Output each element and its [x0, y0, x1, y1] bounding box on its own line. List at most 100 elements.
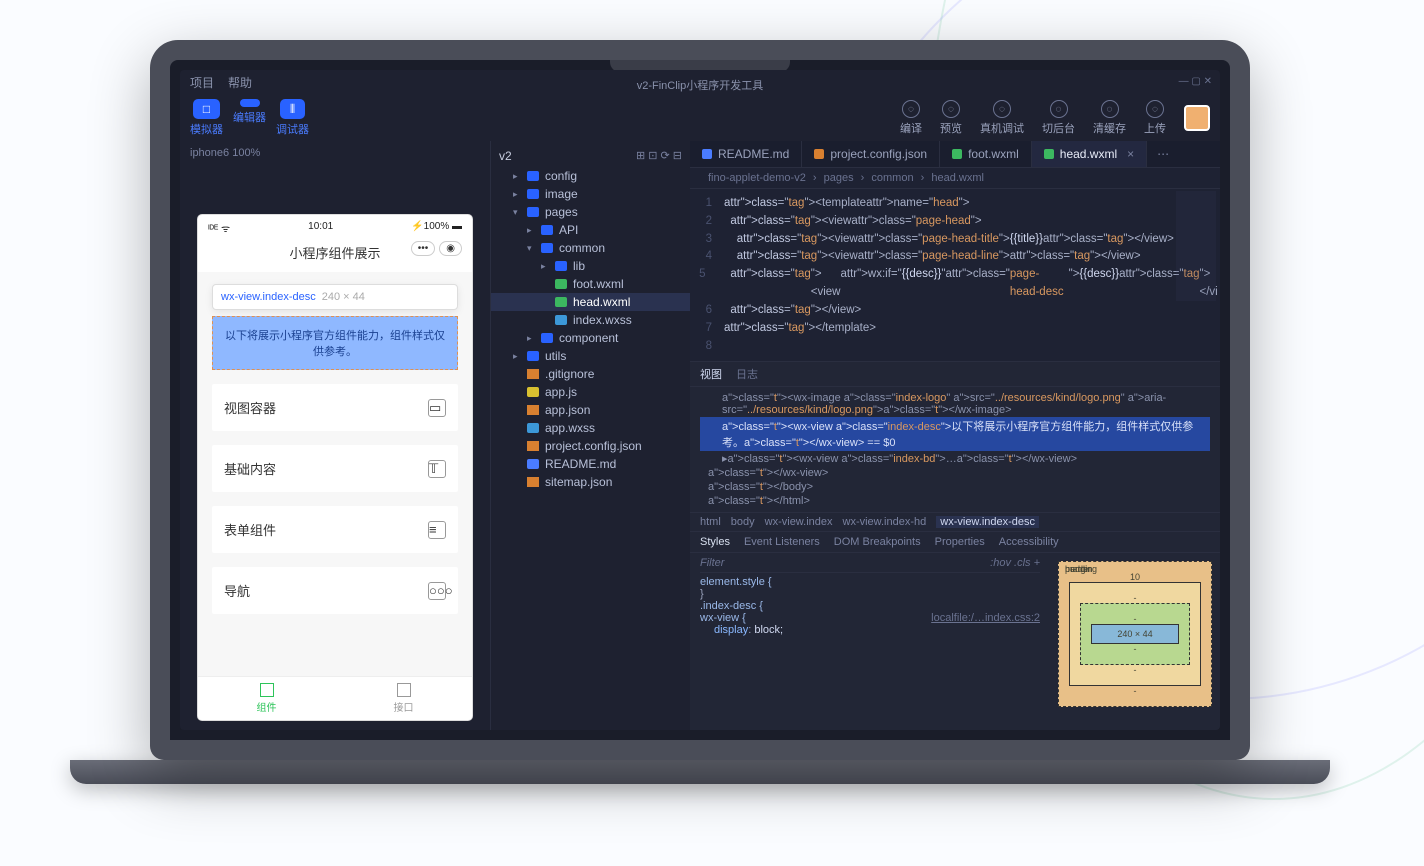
devtools-panel: 视图日志 a">class="t"><wx-image a">class="in…: [690, 361, 1220, 730]
list-item[interactable]: 视图容器▭: [212, 384, 458, 431]
tree-node[interactable]: ▾common: [491, 239, 690, 257]
tree-node[interactable]: ▸component: [491, 329, 690, 347]
toolbar: □模拟器编辑器⫴调试器 ◌编译◌预览◌真机调试◌切后台◌清缓存◌上传: [180, 93, 1220, 141]
laptop-frame: 项目 帮助 v2-FinClip小程序开发工具 — ▢ ✕ □模拟器编辑器⫴调试…: [150, 40, 1250, 784]
inspector-tooltip: wx-view.index-desc240 × 44: [212, 284, 458, 310]
dom-crumb[interactable]: wx-view.index: [765, 516, 833, 528]
tool-真机调试[interactable]: ◌真机调试: [980, 100, 1024, 136]
box-model: margin 10 border - padding - 240 × 44 - …: [1050, 553, 1220, 730]
styles-filter-actions[interactable]: :hov .cls +: [990, 557, 1040, 569]
phone-preview: ᴵᴰᴱ ᯤ 10:01 ⚡100% ▬ 小程序组件展示 ••• ◉ wx-vie…: [198, 215, 472, 720]
editor-tab[interactable]: foot.wxml: [940, 141, 1032, 167]
file-icon: [527, 405, 539, 415]
styles-tab[interactable]: Event Listeners: [744, 536, 820, 548]
tabs-more[interactable]: ⋯: [1147, 141, 1179, 167]
capsule-menu[interactable]: •••: [411, 241, 436, 256]
mode-pill-1[interactable]: [240, 99, 260, 107]
device-label: iphone6 100%: [180, 141, 490, 165]
selected-element[interactable]: 以下将展示小程序官方组件能力，组件样式仅供参考。: [212, 316, 458, 370]
dom-crumb[interactable]: wx-view.index-desc: [936, 516, 1039, 528]
file-icon: [527, 387, 539, 397]
breadcrumb[interactable]: fino-applet-demo-v2 › pages › common › h…: [690, 168, 1220, 189]
file-icon: [527, 207, 539, 217]
file-icon: [555, 261, 567, 271]
styles-panel[interactable]: Filter :hov .cls + element.style {}.inde…: [690, 553, 1050, 730]
avatar[interactable]: [1184, 105, 1210, 131]
list-item[interactable]: 基础内容𝕋: [212, 445, 458, 492]
dom-tree[interactable]: a">class="t"><wx-image a">class="index-l…: [690, 387, 1220, 512]
tree-node[interactable]: .gitignore: [491, 365, 690, 383]
card-icon: 𝕋: [428, 460, 446, 478]
tool-编译[interactable]: ◌编译: [900, 100, 922, 136]
editor-tab[interactable]: README.md: [690, 141, 802, 167]
card-icon: ○○○: [428, 582, 446, 600]
file-icon: [527, 351, 539, 361]
menu-help[interactable]: 帮助: [228, 74, 252, 91]
tree-node[interactable]: foot.wxml: [491, 275, 690, 293]
tree-node[interactable]: sitemap.json: [491, 473, 690, 491]
tool-上传[interactable]: ◌上传: [1144, 100, 1166, 136]
file-icon: [527, 459, 539, 469]
tree-root[interactable]: v2: [499, 149, 512, 163]
tree-node[interactable]: ▸utils: [491, 347, 690, 365]
editor-area: README.mdproject.config.jsonfoot.wxmlhea…: [690, 141, 1220, 730]
file-icon: [527, 189, 539, 199]
tool-预览[interactable]: ◌预览: [940, 100, 962, 136]
file-icon: [541, 333, 553, 343]
list-item[interactable]: 表单组件≡: [212, 506, 458, 553]
file-explorer: v2 ⊞ ⊡ ⟳ ⊟ ▸config▸image▾pages▸API▾commo…: [490, 141, 690, 730]
styles-tab[interactable]: Properties: [935, 536, 985, 548]
phone-tab[interactable]: 接口: [335, 677, 472, 720]
tree-node[interactable]: app.wxss: [491, 419, 690, 437]
tree-node[interactable]: app.js: [491, 383, 690, 401]
editor-tab[interactable]: head.wxml×: [1032, 141, 1147, 167]
tree-actions[interactable]: ⊞ ⊡ ⟳ ⊟: [636, 149, 682, 163]
styles-tab[interactable]: Accessibility: [999, 536, 1059, 548]
close-icon[interactable]: ×: [1127, 147, 1134, 161]
card-icon: ≡: [428, 521, 446, 539]
styles-tab[interactable]: DOM Breakpoints: [834, 536, 921, 548]
dom-crumb[interactable]: wx-view.index-hd: [843, 516, 927, 528]
file-icon: [555, 315, 567, 325]
styles-tab[interactable]: Styles: [700, 536, 730, 548]
devtools-tab[interactable]: 日志: [736, 366, 758, 382]
list-item[interactable]: 导航○○○: [212, 567, 458, 614]
styles-filter[interactable]: Filter: [700, 557, 724, 569]
dom-crumb[interactable]: body: [731, 516, 755, 528]
file-icon: [541, 225, 553, 235]
dom-crumb[interactable]: html: [700, 516, 721, 528]
tool-切后台[interactable]: ◌切后台: [1042, 100, 1075, 136]
file-icon: [527, 477, 539, 487]
tree-node[interactable]: project.config.json: [491, 437, 690, 455]
tree-node[interactable]: app.json: [491, 401, 690, 419]
tree-node[interactable]: ▾pages: [491, 203, 690, 221]
tree-node[interactable]: README.md: [491, 455, 690, 473]
simulator-panel: iphone6 100% ᴵᴰᴱ ᯤ 10:01 ⚡100% ▬ 小程序组件展示…: [180, 141, 490, 730]
tree-node[interactable]: ▸API: [491, 221, 690, 239]
ide-window: 项目 帮助 v2-FinClip小程序开发工具 — ▢ ✕ □模拟器编辑器⫴调试…: [180, 70, 1220, 730]
tree-node[interactable]: head.wxml: [491, 293, 690, 311]
tree-node[interactable]: ▸config: [491, 167, 690, 185]
card-icon: ▭: [428, 399, 446, 417]
code-editor[interactable]: 1attr">class="tag"><template attr">name=…: [690, 189, 1220, 361]
menu-bar: 项目 帮助: [180, 70, 1220, 95]
phone-tab[interactable]: 组件: [198, 677, 335, 720]
minimap[interactable]: [1176, 191, 1216, 301]
file-icon: [555, 279, 567, 289]
window-controls[interactable]: — ▢ ✕: [1179, 76, 1212, 87]
editor-tab[interactable]: project.config.json: [802, 141, 940, 167]
tool-清缓存[interactable]: ◌清缓存: [1093, 100, 1126, 136]
status-battery: ⚡100% ▬: [411, 221, 462, 235]
status-signal: ᴵᴰᴱ ᯤ: [208, 221, 230, 235]
tree-node[interactable]: ▸image: [491, 185, 690, 203]
tree-node[interactable]: ▸lib: [491, 257, 690, 275]
file-icon: [527, 423, 539, 433]
menu-project[interactable]: 项目: [190, 74, 214, 91]
tree-node[interactable]: index.wxss: [491, 311, 690, 329]
file-icon: [555, 297, 567, 307]
devtools-tab[interactable]: 视图: [700, 366, 722, 382]
mode-pill-2[interactable]: ⫴: [280, 99, 305, 119]
capsule-close[interactable]: ◉: [439, 241, 462, 256]
file-icon: [527, 369, 539, 379]
mode-pill-0[interactable]: □: [193, 99, 220, 119]
